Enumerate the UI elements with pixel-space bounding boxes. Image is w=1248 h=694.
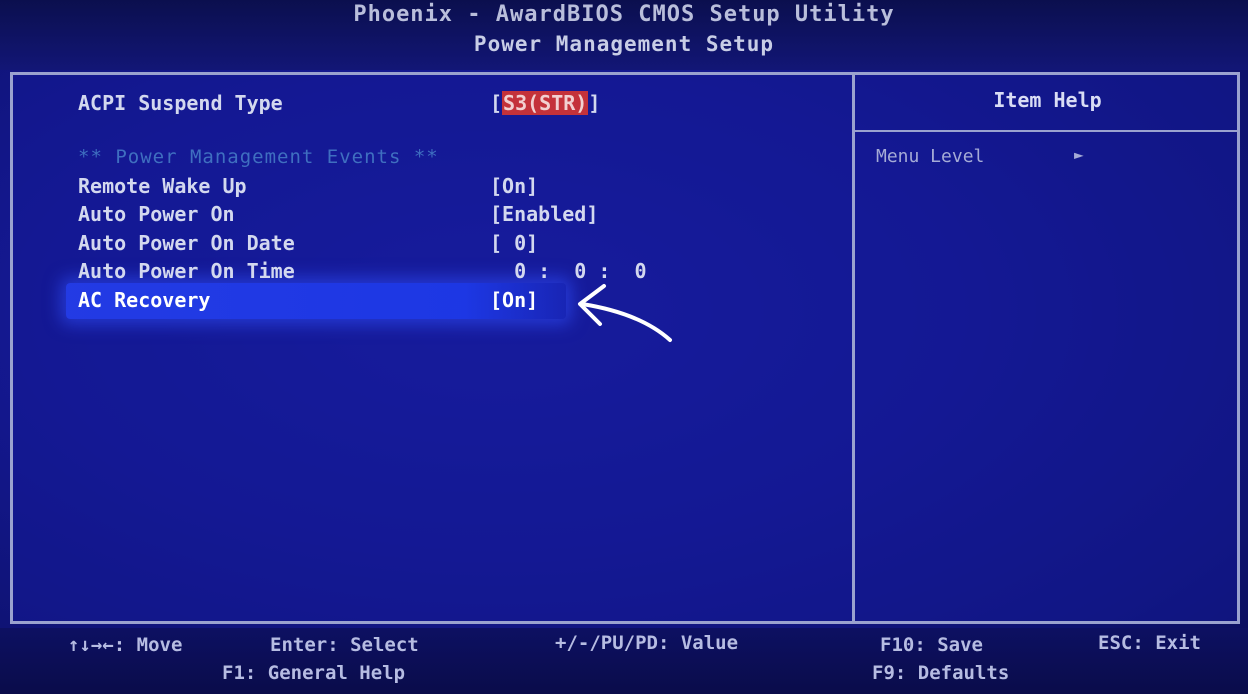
footer-value: +/-/PU/PD: Value [555,632,739,654]
setting-value-auto-power-on[interactable]: [Enabled] [490,201,598,227]
setting-value-auto-power-on-date[interactable]: [ 0] [490,230,538,256]
setting-value-auto-power-on-time[interactable]: 0 : 0 : 0 [490,258,646,284]
bracket-open: [ [490,91,503,115]
menu-level-label: Menu Level [876,146,985,167]
page-title: Power Management Setup [473,32,775,56]
footer-general-help: F1: General Help [222,662,406,684]
footer-defaults: F9: Defaults [872,662,1010,684]
item-help-title: Item Help [993,88,1102,112]
setting-label: Remote Wake Up [78,174,247,198]
app-title: Phoenix - AwardBIOS CMOS Setup Utility [353,2,895,27]
title-bar: Phoenix - AwardBIOS CMOS Setup Utility P… [0,0,1248,70]
menu-level-arrow-icon: ► [1074,145,1084,164]
section-heading-power-events: ** Power Management Events ** [78,146,439,168]
bracket-close: ] [588,91,601,115]
setting-row-auto-power-on[interactable]: Auto Power On [78,201,235,227]
setting-label: Auto Power On Time [78,259,295,283]
footer-keys: ↑↓→←: Move Enter: Select +/-/PU/PD: Valu… [0,628,1248,694]
setting-row-auto-power-on-date[interactable]: Auto Power On Date [78,230,295,256]
setting-row-acpi-suspend-type[interactable]: ACPI Suspend Type [78,90,283,116]
footer-exit: ESC: Exit [1098,632,1201,654]
setting-label-acpi-suspend-type: ACPI Suspend Type [78,91,283,115]
footer-select: Enter: Select [270,634,419,656]
setting-label: Auto Power On [78,202,235,226]
setting-row-ac-recovery[interactable]: AC Recovery [78,287,210,313]
setting-label: Auto Power On Date [78,231,295,255]
footer-save: F10: Save [880,634,983,656]
setting-label: AC Recovery [78,288,211,312]
setting-value-ac-recovery[interactable]: [On] [490,287,538,313]
acpi-suspend-value: S3(STR) [502,91,589,115]
bios-screen: Phoenix - AwardBIOS CMOS Setup Utility P… [0,0,1248,694]
setting-value-acpi-suspend-type[interactable]: [S3(STR)] [490,90,600,116]
help-header-divider [855,130,1240,132]
setting-row-auto-power-on-time[interactable]: Auto Power On Time [78,258,295,284]
footer-move: ↑↓→←: Move [68,634,183,656]
annotation-arrow-icon [578,284,672,342]
setting-value-remote-wake-up[interactable]: [On] [490,173,538,199]
panel-divider [852,72,855,624]
setting-row-remote-wake-up[interactable]: Remote Wake Up [78,173,247,199]
